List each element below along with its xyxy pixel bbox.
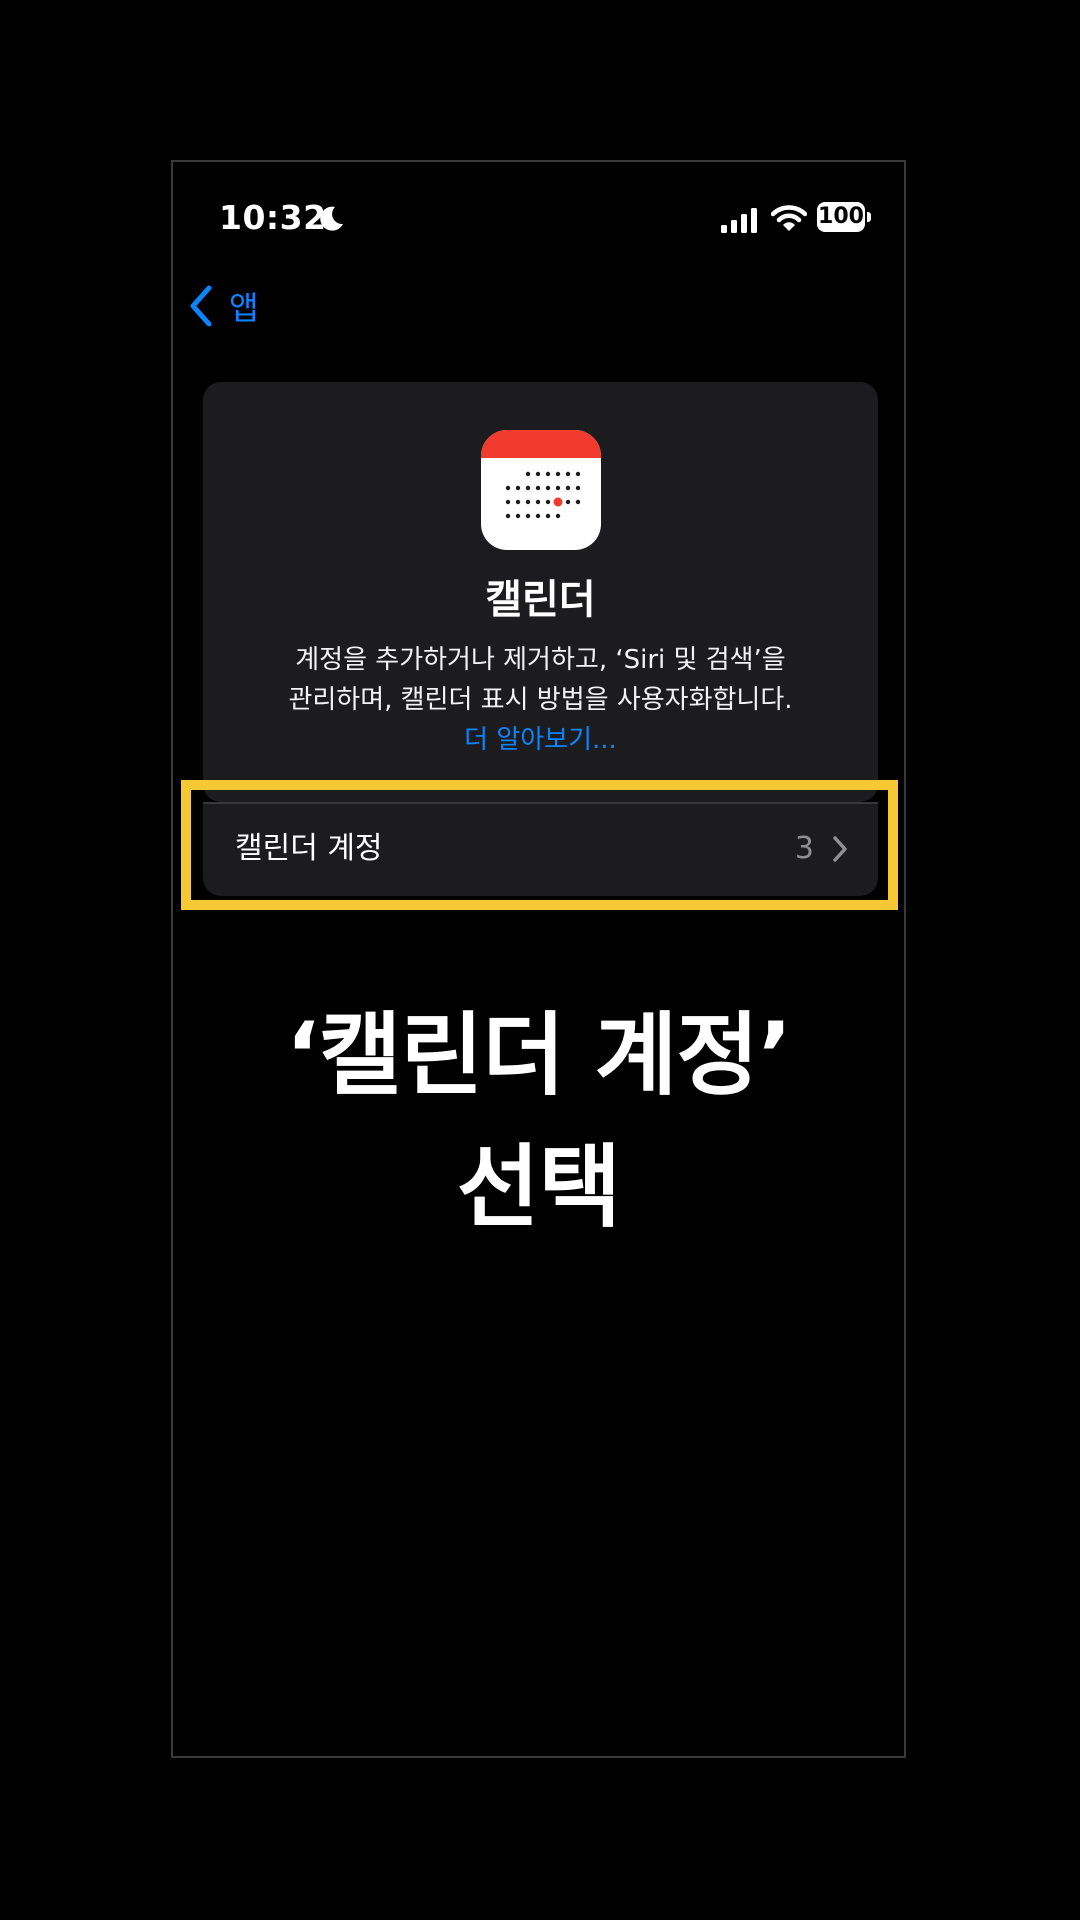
- signal-icon: [721, 208, 757, 233]
- calendar-app-icon: [481, 430, 601, 550]
- app-title: 캘린더: [485, 577, 596, 623]
- app-description-line1: 계정을 추가하거나 제거하고, ‘Siri 및 검색’을: [295, 645, 786, 675]
- wifi-icon: [771, 205, 807, 231]
- app-description: 계정을 추가하거나 제거하고, ‘Siri 및 검색’을 관리하며, 캘린더 표…: [243, 640, 838, 720]
- back-button-label: 앱: [229, 289, 259, 327]
- moon-icon: [320, 206, 343, 231]
- caption-line1: ‘캘린더 계정’: [285, 1003, 793, 1108]
- back-button[interactable]: 앱: [187, 276, 258, 336]
- battery-icon: 100: [817, 202, 873, 234]
- caption-line2: 선택: [456, 1135, 622, 1240]
- instruction-caption: ‘캘린더 계정’ 선택: [171, 990, 906, 1254]
- app-description-line2: 관리하며, 캘린더 표시 방법을 사용자화합니다.: [288, 685, 793, 715]
- app-info-card: 캘린더 계정을 추가하거나 제거하고, ‘Siri 및 검색’을 관리하며, 캘…: [203, 382, 878, 802]
- status-bar: 10:32 100: [173, 162, 904, 272]
- battery-level: 100: [817, 202, 865, 232]
- learn-more-link[interactable]: 더 알아보기...: [203, 720, 878, 760]
- highlight-box: [181, 780, 898, 910]
- chevron-left-icon: [190, 285, 212, 327]
- status-time: 10:32: [219, 198, 327, 237]
- phone-screen: 10:32 100 앱 캘린더 계정을 추가하거나 제거하고, ‘Siri 및 …: [171, 160, 906, 1758]
